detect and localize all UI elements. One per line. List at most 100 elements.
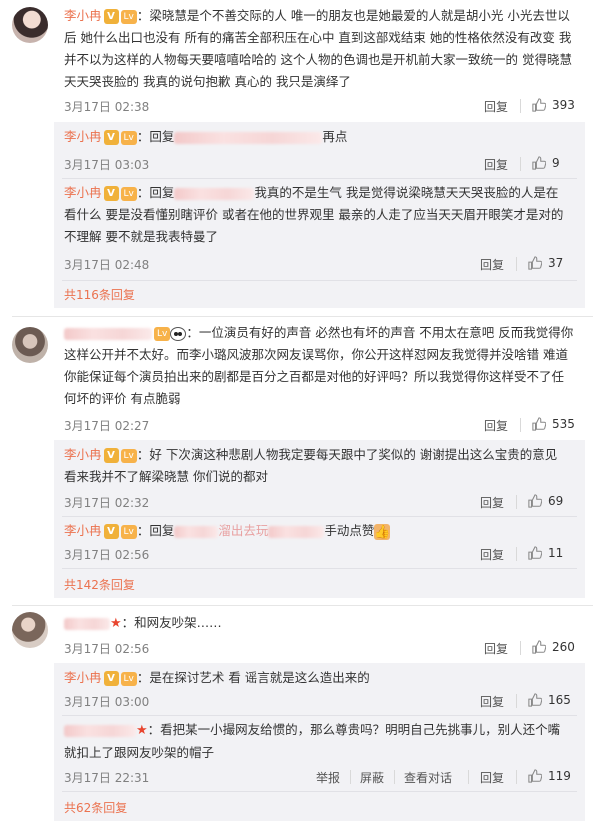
block-button[interactable]: 屏蔽 [360, 769, 384, 786]
level-badge-icon: Lv [120, 448, 137, 463]
verified-badge-icon: V [103, 524, 119, 539]
reply-prefix: ：回复 [136, 523, 175, 538]
star-badge-icon: ★ [136, 723, 148, 738]
comment-time: 3月17日 02:56 [64, 642, 150, 656]
blurred-mention: 溜出去玩 [218, 523, 269, 538]
panda-emoji-icon [170, 326, 187, 341]
divider [516, 257, 517, 271]
star-badge-icon: ★ [110, 616, 122, 631]
blurred-username[interactable] [64, 617, 110, 630]
divider [62, 516, 577, 517]
like-count: 393 [552, 98, 575, 112]
divider [62, 568, 577, 569]
comment-body: Lv ：一位演员有好的声音 必然也有坏的声音 不用太在意吧 反而我觉得你这样公开并… [64, 325, 574, 406]
like-icon[interactable] [528, 546, 542, 560]
comment-body: ★：和网友吵架…… [64, 612, 574, 635]
level-badge-icon: Lv [120, 9, 137, 24]
like-icon[interactable] [532, 417, 546, 431]
like-count: 9 [552, 156, 560, 170]
reply-username[interactable]: 李小冉 [64, 129, 102, 144]
reply-time: 3月17日 03:03 [64, 158, 150, 172]
level-badge-icon: Lv [120, 130, 137, 145]
like-icon[interactable] [528, 494, 542, 508]
blurred-username [174, 525, 219, 538]
reply-time: 3月17日 02:56 [64, 548, 150, 562]
reply-username[interactable]: 李小冉 [64, 523, 102, 538]
reply-prefix: ：回复 [136, 185, 175, 200]
thumbs-up-emoji-icon [374, 522, 391, 544]
level-badge-icon: Lv [120, 671, 137, 686]
reply-time: 3月17日 03:00 [64, 695, 150, 709]
verified-badge-icon: V [103, 130, 119, 145]
reply-text: ：是在探讨艺术 看 谣言就是这么造出来的 [136, 670, 370, 685]
reply-text: 再点 [322, 129, 348, 144]
reply-time: 3月17日 02:48 [64, 258, 150, 272]
divider [516, 495, 517, 509]
divider [62, 280, 577, 281]
reply-button[interactable]: 回复 [480, 693, 504, 710]
blurred-username[interactable] [64, 724, 136, 737]
like-count: 535 [552, 417, 575, 431]
divider [62, 715, 577, 716]
like-icon[interactable] [532, 98, 546, 112]
avatar[interactable] [12, 327, 48, 363]
divider [62, 178, 577, 179]
verified-badge-icon: V [103, 9, 119, 24]
divider [520, 99, 521, 113]
reply-button[interactable]: 回复 [480, 546, 504, 563]
reply-username[interactable]: 李小冉 [64, 185, 102, 200]
reply-button[interactable]: 回复 [484, 640, 508, 657]
blurred-username [268, 525, 325, 538]
reply-button[interactable]: 回复 [480, 494, 504, 511]
blurred-username[interactable] [64, 327, 152, 340]
reply-time: 3月17日 22:31 [64, 771, 150, 785]
divider [516, 547, 517, 561]
reply-button[interactable]: 回复 [484, 98, 508, 115]
level-badge-icon: Lv [120, 524, 137, 539]
reply-button[interactable]: 回复 [484, 156, 508, 173]
comment-body: 李小冉 V Lv ：梁晓慧是个不善交际的人 唯一的朋友也是她最爱的人就是胡小光 小光去… [64, 8, 572, 89]
verified-badge-icon: V [103, 448, 119, 463]
verified-badge-icon: V [103, 186, 119, 201]
reply-button[interactable]: 回复 [480, 769, 504, 786]
view-conversation-button[interactable]: 查看对话 [404, 769, 452, 786]
reply-box: 李小冉 V Lv ：回复 再点 3月17日 03:03 回复 9 李小冉 V Lv ：回复 我真… [54, 122, 585, 308]
like-icon[interactable] [528, 256, 542, 270]
reply-body: 李小冉 V Lv ：回复 我真的不是生气 我是觉得说梁晓慧天天哭丧脸的人是在看什么 要是… [64, 182, 564, 248]
reply-body: ★：看把某一小撮网友给惯的，那么尊贵吗？明明自己先挑事儿，别人还个嘴就扣上了跟网… [64, 719, 564, 764]
reply-button[interactable]: 回复 [484, 417, 508, 434]
reply-username[interactable]: 李小冉 [64, 447, 102, 462]
reply-prefix: ：回复 [136, 129, 175, 144]
reply-body: 李小冉 V Lv ：是在探讨艺术 看 谣言就是这么造出来的 [64, 667, 564, 689]
report-button[interactable]: 举报 [316, 769, 340, 786]
like-icon[interactable] [528, 769, 542, 783]
reply-button[interactable]: 回复 [480, 256, 504, 273]
comment-username[interactable]: 李小冉 [64, 8, 102, 23]
blurred-username [174, 187, 255, 200]
reply-username[interactable]: 李小冉 [64, 670, 102, 685]
avatar[interactable] [12, 7, 48, 43]
reply-box: 李小冉 V Lv ：是在探讨艺术 看 谣言就是这么造出来的 3月17日 03:00 回… [54, 663, 585, 821]
like-count: 69 [548, 494, 564, 508]
divider [62, 791, 577, 792]
like-icon[interactable] [532, 156, 546, 170]
like-count: 119 [548, 769, 571, 783]
more-replies-link[interactable]: 共116条回复 [64, 286, 135, 303]
like-icon[interactable] [528, 693, 542, 707]
reply-body: 李小冉 V Lv ：回复 溜出去玩 手动点赞 [64, 520, 564, 544]
comment-time: 3月17日 02:38 [64, 100, 150, 114]
more-replies-link[interactable]: 共142条回复 [64, 576, 135, 593]
like-count: 11 [548, 546, 564, 560]
divider [468, 770, 469, 784]
blurred-username [174, 131, 323, 144]
level-badge-icon: Lv [120, 186, 137, 201]
divider [394, 770, 395, 784]
reply-body: 李小冉 V Lv ：回复 再点 [64, 126, 564, 148]
divider [516, 770, 517, 784]
more-replies-link[interactable]: 共62条回复 [64, 799, 127, 816]
avatar[interactable] [12, 612, 48, 648]
reply-box: 李小冉 V Lv ：好 下次演这种悲剧人物我定要每天跟中了奖似的 谢谢提出这么宝贵的意… [54, 440, 585, 598]
like-icon[interactable] [532, 640, 546, 654]
level-badge-icon: Lv [154, 326, 171, 341]
verified-badge-icon: V [103, 671, 119, 686]
